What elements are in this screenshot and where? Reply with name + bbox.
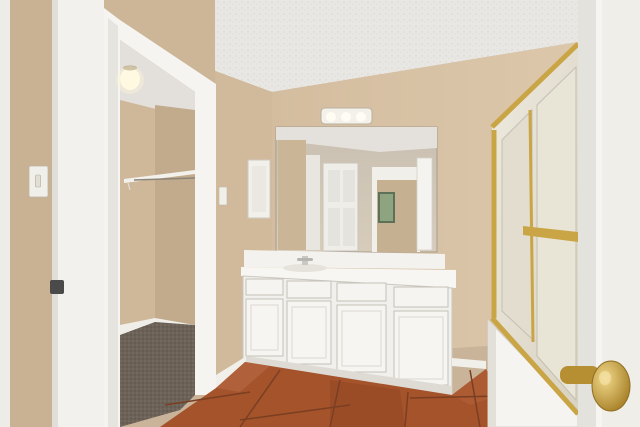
bathroom-photo: [0, 0, 640, 427]
open-door-panel[interactable]: [52, 0, 104, 427]
vanity-drawer-1[interactable]: [245, 278, 284, 296]
bathroom-scene: [0, 0, 640, 427]
vanity-door-3[interactable]: [336, 304, 387, 373]
vanity-light-icon: [320, 107, 373, 125]
wall-panel: [247, 159, 271, 219]
vanity-drawer-3[interactable]: [336, 282, 387, 302]
wall-outlet: [218, 186, 228, 206]
vanity-door-2[interactable]: [286, 300, 332, 365]
baseboard-right: [452, 358, 486, 369]
vanity-mirror: [275, 126, 438, 253]
light-switch-icon[interactable]: [28, 165, 49, 198]
vanity-drawer-2[interactable]: [286, 280, 332, 299]
vanity-door-4[interactable]: [393, 310, 449, 386]
door-latch: [50, 280, 64, 294]
vanity-drawer-4[interactable]: [393, 286, 449, 308]
vanity-door-1[interactable]: [245, 298, 284, 357]
